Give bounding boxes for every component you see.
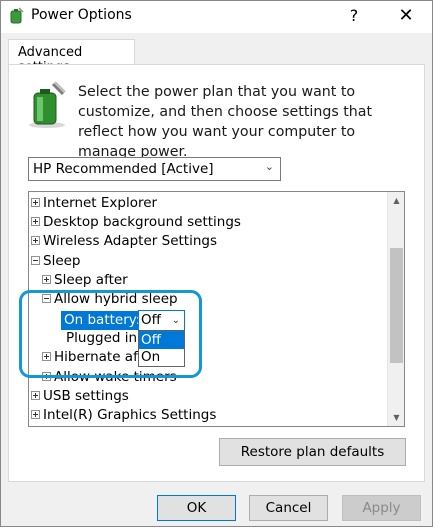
- chevron-down-icon: ⌄: [171, 315, 180, 326]
- tree-item-desktop-background[interactable]: Desktop background settings: [31, 213, 241, 232]
- tree-item-hibernate-after[interactable]: Hibernate afte: [42, 348, 151, 367]
- scroll-up-arrow-icon[interactable]: ▲: [388, 192, 404, 209]
- tree-item-sleep-after[interactable]: Sleep after: [42, 271, 128, 290]
- battery-icon: [29, 81, 66, 128]
- window-title: Power Options: [31, 7, 132, 23]
- power-plan-selected: HP Recommended [Active]: [33, 161, 214, 177]
- tree-item-plugged-in[interactable]: Plugged in:: [66, 329, 142, 348]
- power-options-window: Power Options ? ✕ Advanced settings Sele…: [0, 0, 433, 527]
- power-plan-select[interactable]: HP Recommended [Active] ⌄: [28, 157, 281, 181]
- tree-item-on-battery[interactable]: On battery:: [61, 311, 144, 330]
- expand-icon[interactable]: [42, 274, 51, 284]
- dropdown-option-off[interactable]: Off: [139, 332, 184, 349]
- on-battery-dropdown-list: Off On: [138, 331, 185, 367]
- expand-icon[interactable]: [42, 351, 51, 361]
- tab-advanced-settings[interactable]: Advanced settings: [8, 39, 135, 75]
- power-options-app-icon: [10, 7, 24, 24]
- title-bar: Power Options ? ✕: [1, 1, 432, 33]
- close-button[interactable]: ✕: [391, 4, 421, 28]
- restore-plan-defaults-button[interactable]: Restore plan defaults: [219, 438, 406, 466]
- tree-item-sleep[interactable]: Sleep: [31, 252, 81, 271]
- cancel-button[interactable]: Cancel: [249, 495, 328, 521]
- expand-icon[interactable]: [31, 197, 40, 207]
- expand-icon[interactable]: [31, 235, 40, 245]
- scroll-down-arrow-icon[interactable]: ▼: [388, 409, 404, 426]
- expand-icon[interactable]: [31, 390, 40, 400]
- tree-item-intel-graphics[interactable]: Intel(R) Graphics Settings: [31, 406, 216, 425]
- intro-text: Select the power plan that you want to c…: [78, 84, 373, 160]
- tree-item-wireless-adapter[interactable]: Wireless Adapter Settings: [31, 232, 217, 251]
- scroll-thumb[interactable]: [390, 248, 403, 363]
- expand-icon[interactable]: [31, 409, 40, 419]
- tree-item-internet-explorer[interactable]: Internet Explorer: [31, 194, 157, 213]
- expand-icon[interactable]: [31, 216, 40, 226]
- dropdown-option-on[interactable]: On: [139, 349, 184, 366]
- expand-icon[interactable]: [42, 371, 51, 381]
- settings-tree[interactable]: Internet Explorer Desktop background set…: [28, 191, 405, 427]
- tree-item-usb-settings[interactable]: USB settings: [31, 387, 129, 406]
- collapse-icon[interactable]: [42, 293, 51, 303]
- chevron-down-icon: ⌄: [264, 160, 274, 173]
- tree-item-allow-wake-timers[interactable]: Allow wake timers: [42, 368, 177, 387]
- apply-button[interactable]: Apply: [342, 495, 421, 521]
- ok-button[interactable]: OK: [157, 495, 236, 521]
- tree-scrollbar[interactable]: ▲ ▼: [387, 192, 404, 426]
- help-button[interactable]: ?: [341, 4, 367, 28]
- on-battery-value-select[interactable]: Off ⌄: [138, 310, 185, 331]
- collapse-icon[interactable]: [31, 255, 40, 265]
- on-battery-value: Off: [141, 312, 161, 328]
- tree-item-allow-hybrid-sleep[interactable]: Allow hybrid sleep: [42, 290, 178, 309]
